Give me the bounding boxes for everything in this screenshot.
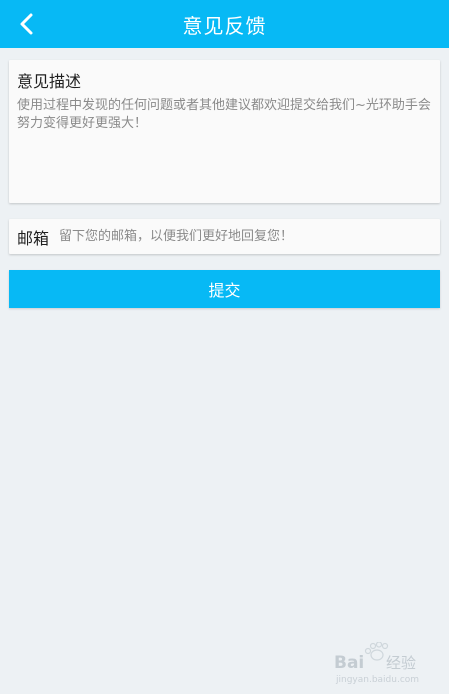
chevron-left-icon — [20, 13, 33, 35]
watermark-url: jingyan.baidu.com — [335, 675, 419, 685]
watermark-brand-right: 经验 — [386, 654, 416, 672]
app-header: 意见反馈 — [0, 0, 449, 48]
email-card[interactable]: 邮箱 — [9, 219, 440, 254]
watermark-brand-left: Bai — [334, 653, 364, 673]
page-title: 意见反馈 — [182, 13, 267, 38]
submit-button[interactable]: 提交 — [9, 270, 440, 308]
email-label: 邮箱 — [17, 228, 50, 248]
baidu-jingyan-watermark: Bai 经验 jingyan.baidu.com — [334, 642, 419, 685]
feedback-description-card[interactable]: 意见描述 使用过程中发现的任何问题或者其他建议都欢迎提交给我们~光环助手会努力变… — [9, 60, 440, 203]
email-input[interactable] — [59, 221, 440, 252]
feedback-description-label: 意见描述 — [17, 72, 82, 91]
feedback-description-input[interactable]: 使用过程中发现的任何问题或者其他建议都欢迎提交给我们~光环助手会努力变得更好更强… — [17, 97, 435, 133]
back-button[interactable] — [10, 6, 42, 42]
